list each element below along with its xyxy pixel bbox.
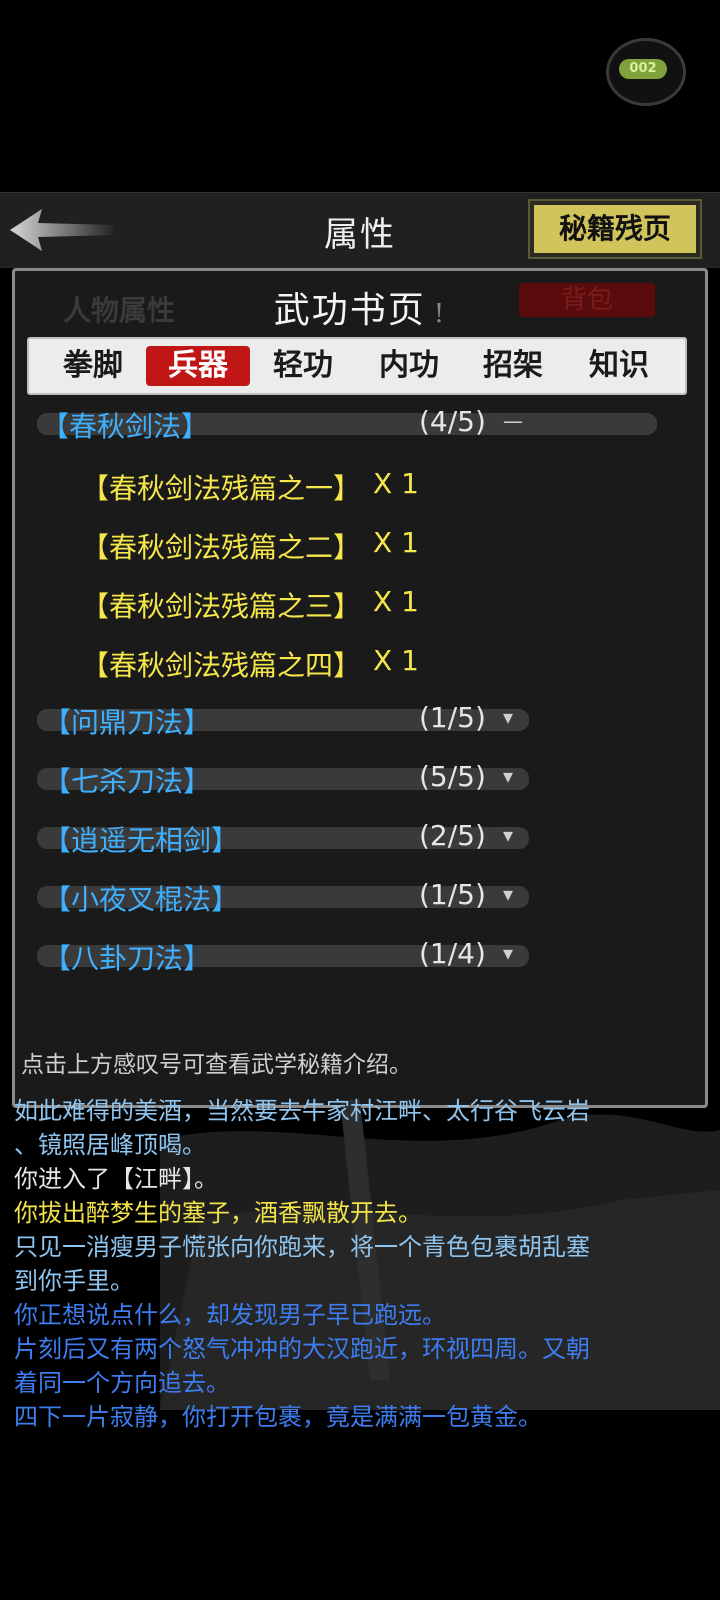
page-qty: X 1 (373, 467, 419, 500)
expand-icon[interactable]: ▾ (503, 882, 513, 906)
log-line: 你拔出醉梦生的塞子，酒香飘散开去。 (14, 1199, 422, 1227)
category-count: (2/5) (419, 819, 486, 852)
log-line: 着同一个方向追去。 (14, 1369, 230, 1397)
expand-icon[interactable]: ▾ (503, 705, 513, 729)
badge-label: 002 (619, 59, 667, 79)
tab-inner[interactable]: 内功 (357, 346, 461, 386)
log-line: 到你手里。 (14, 1267, 134, 1295)
info-exclamation-icon[interactable]: ! (434, 299, 446, 329)
category-name[interactable]: 【八卦刀法】 (43, 937, 211, 977)
category-name[interactable]: 【问鼎刀法】 (43, 701, 211, 741)
header-bar: 属性 秘籍残页 (0, 192, 720, 268)
page-item: 【春秋剑法残篇之一】 (81, 472, 362, 505)
category-count: (4/5) (419, 405, 486, 438)
log-line: 、镜照居峰顶喝。 (14, 1131, 206, 1159)
message-log: 如此难得的美酒，当然要去牛家村江畔、太行谷飞云岩 、镜照居峰顶喝。 你进入了【江… (14, 1094, 704, 1434)
log-line: 片刻后又有两个怒气冲冲的大汉跑近，环视四周。又朝 (14, 1335, 590, 1363)
category-name[interactable]: 【小夜叉棍法】 (43, 878, 239, 918)
weapon-pages-panel: 人物属性 背包 武功书页! 拳脚 兵器 轻功 内功 招架 知识 【春秋剑法】 (… (12, 268, 708, 1108)
panel-heading-text: 武功书页 (273, 290, 426, 331)
category-name[interactable]: 【逍遥无相剑】 (43, 819, 239, 859)
page-qty: X 1 (373, 585, 419, 618)
log-line: 你正想说点什么，却发现男子早已跑远。 (14, 1301, 446, 1329)
category-tabbar: 拳脚 兵器 轻功 内功 招架 知识 (27, 337, 687, 395)
top-badge-icon[interactable]: 002 (606, 38, 686, 106)
page-item: 【春秋剑法残篇之四】 (81, 649, 362, 682)
tab-lightness[interactable]: 轻功 (251, 346, 355, 386)
secret-pages-button[interactable]: 秘籍残页 (528, 199, 702, 259)
page-item: 【春秋剑法残篇之二】 (81, 531, 362, 564)
expand-icon[interactable]: ▾ (503, 764, 513, 788)
tab-parry[interactable]: 招架 (461, 346, 565, 386)
page-qty: X 1 (373, 644, 419, 677)
tab-knowledge[interactable]: 知识 (567, 346, 671, 386)
expand-icon[interactable]: ▾ (503, 823, 513, 847)
category-count: (1/5) (419, 878, 486, 911)
category-count: (1/4) (419, 937, 486, 970)
collapse-icon[interactable]: — (503, 409, 523, 433)
category-count: (1/5) (419, 701, 486, 734)
log-line: 你进入了【江畔】。 (14, 1165, 218, 1193)
category-name[interactable]: 【春秋剑法】 (41, 405, 209, 445)
expand-icon[interactable]: ▾ (503, 941, 513, 965)
log-line: 只见一消瘦男子慌张向你跑来，将一个青色包裹胡乱塞 (14, 1233, 590, 1261)
hint-text: 点击上方感叹号可查看武学秘籍介绍。 (21, 1052, 412, 1078)
log-line: 四下一片寂静，你打开包裹，竟是满满一包黄金。 (14, 1403, 542, 1431)
page-qty: X 1 (373, 526, 419, 559)
log-line: 如此难得的美酒，当然要去牛家村江畔、太行谷飞云岩 (14, 1097, 590, 1125)
category-name[interactable]: 【七杀刀法】 (43, 760, 211, 800)
tab-fist[interactable]: 拳脚 (41, 346, 145, 386)
category-count: (5/5) (419, 760, 486, 793)
panel-heading: 武功书页! (15, 281, 705, 333)
page-item: 【春秋剑法残篇之三】 (81, 590, 362, 623)
tab-weapon[interactable]: 兵器 (146, 346, 250, 386)
